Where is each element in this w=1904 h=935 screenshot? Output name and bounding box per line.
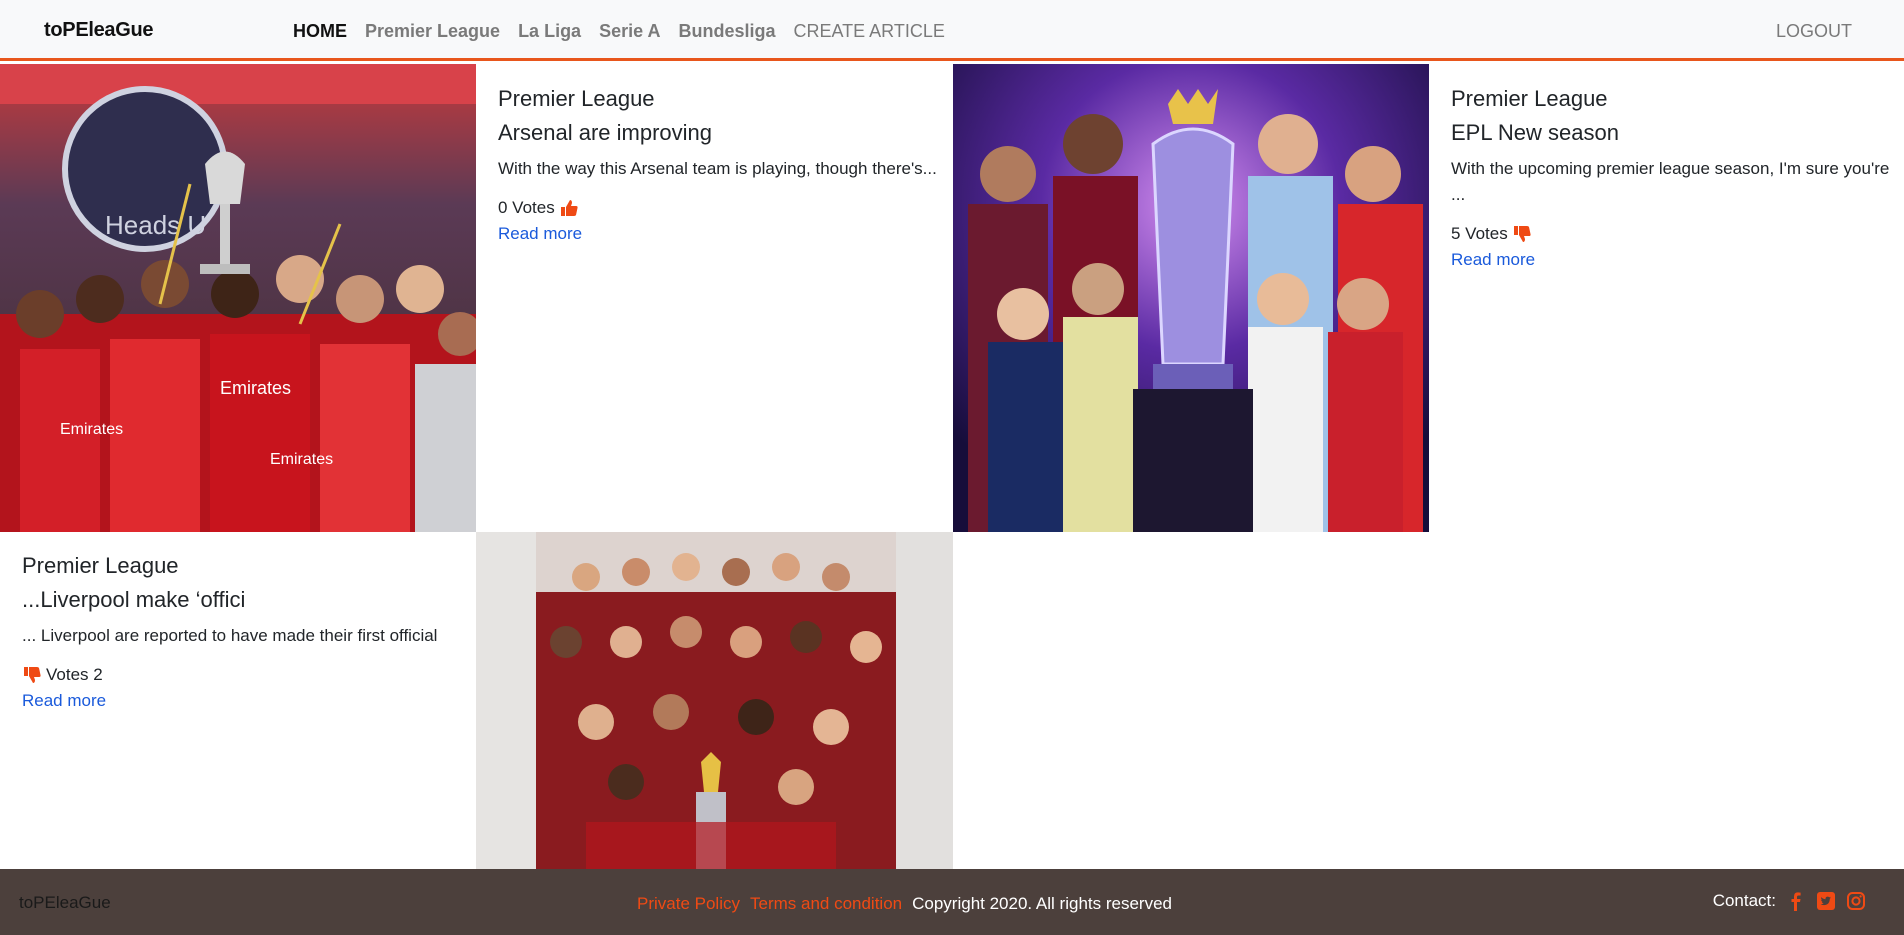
svg-text:Heads U: Heads U (105, 210, 206, 240)
read-more-link[interactable]: Read more (22, 691, 462, 711)
main-nav: HOME Premier League La Liga Serie A Bund… (293, 21, 963, 42)
article-image-arsenal[interactable]: Heads U Emirates Emirates Emirates (0, 64, 476, 532)
arsenal-celebration-image: Heads U Emirates Emirates Emirates (0, 64, 476, 532)
nav-home[interactable]: HOME (293, 21, 347, 42)
nav-create-article[interactable]: CREATE ARTICLE (793, 21, 944, 42)
article-excerpt: With the way this Arsenal team is playin… (498, 159, 937, 178)
read-more-link[interactable]: Read more (1451, 250, 1891, 270)
top-navbar: toPEleaGue HOME Premier League La Liga S… (0, 0, 1904, 61)
article-card-liverpool: Premier League ...Liverpool make ‘offici… (22, 553, 462, 711)
article-card-epl: Premier League EPL New season With the u… (1451, 86, 1891, 270)
thumbs-up-icon[interactable] (559, 198, 579, 218)
article-votes: 0 Votes (498, 198, 938, 218)
nav-serie-a[interactable]: Serie A (599, 21, 660, 42)
nav-la-liga[interactable]: La Liga (518, 21, 581, 42)
article-excerpt: With the upcoming premier league season,… (1451, 159, 1890, 204)
copyright-text: Copyright 2020. All rights reserved (912, 894, 1172, 913)
liverpool-celebration-image (476, 532, 953, 869)
article-league[interactable]: Premier League (1451, 86, 1891, 112)
epl-trophy-image (953, 64, 1429, 532)
footer-brand[interactable]: toPEleaGue (19, 893, 111, 913)
twitter-icon[interactable] (1816, 891, 1836, 911)
article-title[interactable]: ...Liverpool make ‘offici (22, 587, 462, 613)
article-votes: Votes 2 (22, 665, 462, 685)
svg-text:Emirates: Emirates (60, 421, 123, 438)
svg-text:Emirates: Emirates (220, 378, 291, 398)
article-votes: 5 Votes (1451, 224, 1891, 244)
brand-logo[interactable]: toPEleaGue (44, 19, 154, 42)
facebook-icon[interactable] (1786, 891, 1806, 911)
footer-links: Private Policy Terms and condition Copyr… (637, 894, 1172, 914)
article-league[interactable]: Premier League (22, 553, 462, 579)
article-excerpt: ... Liverpool are reported to have made … (22, 626, 438, 645)
vote-count: 5 Votes (1451, 224, 1508, 243)
site-footer: toPEleaGue Private Policy Terms and cond… (0, 869, 1904, 935)
article-image-liverpool[interactable] (476, 532, 953, 869)
nav-premier-league[interactable]: Premier League (365, 21, 500, 42)
privacy-policy-link[interactable]: Private Policy (637, 894, 740, 914)
read-more-link[interactable]: Read more (498, 224, 938, 244)
article-image-epl[interactable] (953, 64, 1429, 532)
contact-label: Contact: (1712, 891, 1776, 910)
thumbs-down-icon[interactable] (1512, 224, 1532, 244)
logout-button[interactable]: LOGOUT (1776, 21, 1852, 42)
thumbs-down-icon[interactable] (22, 665, 42, 685)
vote-count: 0 Votes (498, 198, 555, 217)
vote-count: Votes 2 (46, 665, 103, 684)
article-league[interactable]: Premier League (498, 86, 938, 112)
terms-link[interactable]: Terms and condition (750, 894, 902, 914)
article-title[interactable]: Arsenal are improving (498, 120, 938, 146)
article-title[interactable]: EPL New season (1451, 120, 1891, 146)
svg-text:Emirates: Emirates (270, 451, 333, 468)
instagram-icon[interactable] (1846, 891, 1866, 911)
contact-section: Contact: (1713, 891, 1866, 911)
article-card-arsenal: Premier League Arsenal are improving Wit… (498, 86, 938, 244)
nav-bundesliga[interactable]: Bundesliga (678, 21, 775, 42)
